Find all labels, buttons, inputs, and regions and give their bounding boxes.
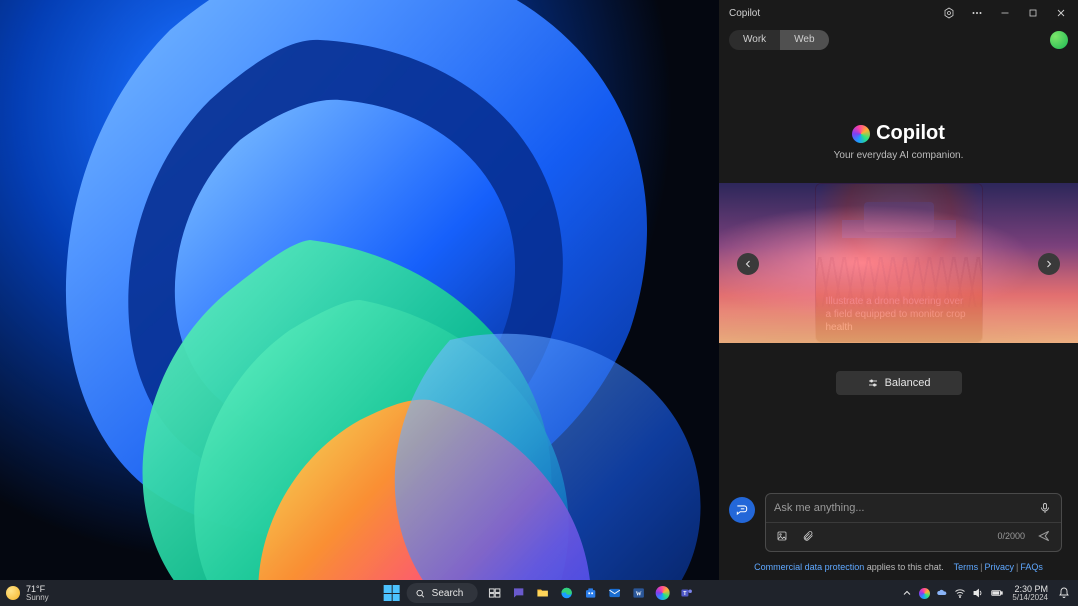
copilot-titlebar: Copilot [719,0,1078,26]
copilot-tagline: Your everyday AI companion. [719,150,1078,161]
attachment-icon[interactable] [800,528,816,544]
conversation-style-label: Balanced [885,377,931,389]
link-faqs[interactable]: FAQs [1020,562,1043,572]
copilot-window-title: Copilot [729,8,932,19]
carousel-next-button[interactable] [1038,253,1060,275]
taskbar-weather-widget[interactable]: 71°F Sunny [6,585,126,602]
tray-volume-icon[interactable] [972,587,984,599]
image-input-icon[interactable] [774,528,790,544]
minimize-button[interactable] [994,3,1016,23]
chat-input[interactable]: 0/2000 [765,493,1062,552]
suggestion-carousel: Illustrate a drone hovering over a field… [719,183,1078,343]
teams-icon[interactable]: T [675,582,697,604]
word-icon[interactable]: W [627,582,649,604]
maximize-button[interactable] [1022,3,1044,23]
copilot-taskbar-icon[interactable] [651,582,673,604]
close-button[interactable] [1050,3,1072,23]
link-terms[interactable]: Terms [954,562,979,572]
chat-input-area: 0/2000 [719,493,1078,562]
footer-text-trail: applies to this chat. [864,562,944,572]
weather-cond: Sunny [26,594,49,602]
file-explorer-icon[interactable] [531,582,553,604]
edge-icon[interactable] [555,582,577,604]
weather-icon [6,586,20,600]
link-privacy[interactable]: Privacy [984,562,1014,572]
sliders-icon [867,377,879,389]
conversation-style-button[interactable]: Balanced [836,371,962,395]
clock-date: 5/14/2024 [1012,594,1048,602]
carousel-prev-button[interactable] [737,253,759,275]
copilot-scope-tabs: Work Web [719,26,1078,56]
chat-app-icon[interactable] [507,582,529,604]
taskview-icon[interactable] [483,582,505,604]
send-button[interactable] [1035,527,1053,545]
tray-battery-icon[interactable] [990,586,1004,600]
tray-copilot-icon[interactable] [919,588,930,599]
tab-work[interactable]: Work [729,30,780,50]
tab-web[interactable]: Web [780,30,828,50]
copilot-logo-text: Copilot [876,122,945,145]
taskbar-search[interactable]: Search [407,583,478,603]
new-topic-button[interactable] [729,497,755,523]
bloom-graphic [0,0,780,580]
svg-text:W: W [635,591,641,597]
tray-overflow-icon[interactable] [901,587,913,599]
copilot-hero: Copilot Your everyday AI companion. [719,122,1078,161]
copilot-logo-icon [852,125,870,143]
link-data-protection[interactable]: Commercial data protection [754,562,864,572]
user-avatar[interactable] [1050,31,1068,49]
store-icon[interactable] [579,582,601,604]
char-count: 0/2000 [997,531,1025,541]
copilot-window: Copilot Work Web Copilot [719,0,1078,580]
start-button[interactable] [381,582,403,604]
search-icon [415,588,426,599]
tray-onedrive-icon[interactable] [936,587,948,599]
scope-segmented-control: Work Web [729,30,829,50]
taskbar-clock[interactable]: 2:30 PM 5/14/2024 [1012,585,1048,602]
microphone-icon[interactable] [1037,500,1053,516]
taskbar-center: Search W [381,582,698,604]
chat-text-field[interactable] [774,502,1037,514]
copilot-more-icon[interactable] [966,3,988,23]
taskbar-search-label: Search [432,588,464,599]
taskbar-system-tray: 2:30 PM 5/14/2024 [901,585,1072,602]
tray-network-icon[interactable] [954,587,966,599]
outlook-icon[interactable] [603,582,625,604]
copilot-settings-icon[interactable] [938,3,960,23]
taskbar: 71°F Sunny Search [0,580,1078,606]
notifications-icon[interactable] [1056,585,1072,601]
copilot-footer: Commercial data protection applies to th… [719,562,1078,580]
